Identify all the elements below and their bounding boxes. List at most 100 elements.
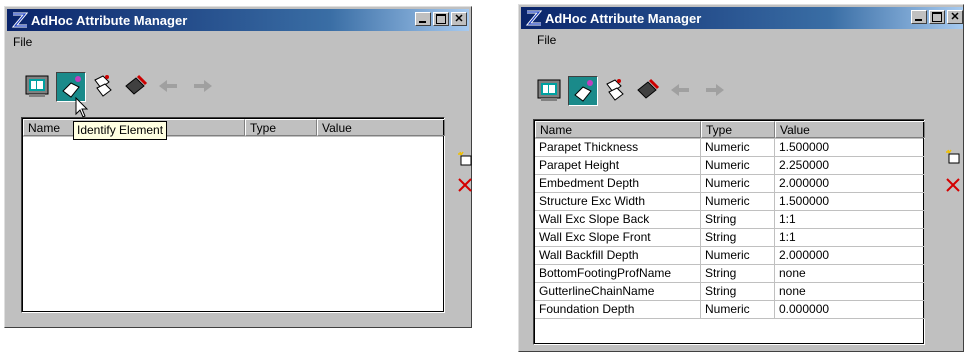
close-icon: ✕ <box>950 11 960 23</box>
left-window: AdHoc Attribute Manager ✕ File Name Type… <box>4 6 472 328</box>
app-logo-icon <box>525 10 543 26</box>
table-row[interactable]: Wall Exc Slope Back String 1:1 <box>535 211 925 229</box>
arrow-right-icon <box>706 84 724 96</box>
minimize-button[interactable] <box>415 12 431 26</box>
table-row[interactable]: Embedment Depth Numeric 2.000000 <box>535 175 925 193</box>
close-icon: ✕ <box>454 13 464 25</box>
column-header-name[interactable]: Name <box>535 121 701 138</box>
tags-icon <box>606 79 624 101</box>
close-button[interactable]: ✕ <box>947 10 963 24</box>
maximize-button[interactable] <box>929 10 945 24</box>
cell-type: Numeric <box>701 193 775 211</box>
cell-value: none <box>775 265 925 283</box>
table-row[interactable]: Parapet Height Numeric 2.250000 <box>535 157 925 175</box>
new-attribute-icon[interactable] <box>457 151 473 167</box>
mouse-cursor-icon <box>75 97 89 118</box>
new-attribute-icon[interactable] <box>945 149 961 165</box>
cell-type: String <box>701 265 775 283</box>
back-button[interactable] <box>155 72 185 102</box>
attribute-list[interactable]: Name Type Value <box>21 117 445 313</box>
cell-name: BottomFootingProfName <box>535 265 701 283</box>
maximize-icon <box>436 14 446 24</box>
cell-value: 1:1 <box>775 229 925 247</box>
table-row[interactable]: Structure Exc Width Numeric 1.500000 <box>535 193 925 211</box>
maximize-button[interactable] <box>433 12 449 26</box>
title-bar[interactable]: AdHoc Attribute Manager ✕ <box>7 9 469 31</box>
delete-tag-icon <box>125 74 148 95</box>
delete-x-icon[interactable] <box>945 177 961 193</box>
list-header: Name Type Value <box>535 121 925 139</box>
identify-element-tooltip: Identify Element <box>73 121 168 140</box>
identify-element-button[interactable] <box>568 76 598 106</box>
cell-type: Numeric <box>701 175 775 193</box>
delete-tag-button[interactable] <box>634 76 664 106</box>
monitor-icon <box>537 79 561 101</box>
identify-element-icon <box>574 80 593 102</box>
cell-type: Numeric <box>701 301 775 319</box>
window-title: AdHoc Attribute Manager <box>545 11 702 26</box>
cell-name: Parapet Thickness <box>535 139 701 157</box>
menu-bar: File <box>7 33 469 53</box>
back-button[interactable] <box>667 76 697 106</box>
cell-type: String <box>701 211 775 229</box>
cell-name: Foundation Depth <box>535 301 701 319</box>
tags-icon <box>94 75 112 97</box>
close-button[interactable]: ✕ <box>451 12 467 26</box>
window-title: AdHoc Attribute Manager <box>31 13 188 28</box>
cell-type: String <box>701 229 775 247</box>
table-row[interactable]: Wall Exc Slope Front String 1:1 <box>535 229 925 247</box>
arrow-left-icon <box>671 84 689 96</box>
monitor-button[interactable] <box>23 72 53 102</box>
table-row[interactable]: BottomFootingProfName String none <box>535 265 925 283</box>
toolbar <box>535 73 733 109</box>
minimize-icon <box>419 21 426 23</box>
cell-name: GutterlineChainName <box>535 283 701 301</box>
menu-file[interactable]: File <box>13 35 32 49</box>
attribute-list[interactable]: Name Type Value Parapet Thickness Numeric… <box>533 119 925 345</box>
cell-type: String <box>701 283 775 301</box>
cell-type: Numeric <box>701 157 775 175</box>
app-logo-icon <box>11 12 29 28</box>
delete-tag-icon <box>637 78 660 99</box>
tags-button[interactable] <box>89 72 119 102</box>
tags-button[interactable] <box>601 76 631 106</box>
table-row[interactable]: Parapet Thickness Numeric 1.500000 <box>535 139 925 157</box>
monitor-icon <box>25 75 49 97</box>
cell-value: 2.000000 <box>775 175 925 193</box>
table-row[interactable]: Foundation Depth Numeric 0.000000 <box>535 301 925 319</box>
cell-value: 2.000000 <box>775 247 925 265</box>
menu-bar: File <box>521 31 961 51</box>
delete-tag-button[interactable] <box>122 72 152 102</box>
table-row[interactable]: GutterlineChainName String none <box>535 283 925 301</box>
cell-value: 1.500000 <box>775 139 925 157</box>
minimize-button[interactable] <box>911 10 927 24</box>
cell-name: Structure Exc Width <box>535 193 701 211</box>
arrow-right-icon <box>194 80 212 92</box>
right-window: AdHoc Attribute Manager ✕ File Name Type… <box>518 4 964 352</box>
arrow-left-icon <box>159 80 177 92</box>
cell-name: Wall Exc Slope Front <box>535 229 701 247</box>
menu-file[interactable]: File <box>537 33 556 47</box>
delete-x-icon[interactable] <box>457 177 473 193</box>
column-header-value[interactable]: Value <box>775 121 925 138</box>
maximize-icon <box>932 12 942 22</box>
minimize-icon <box>915 19 922 21</box>
column-header-value[interactable]: Value <box>317 119 445 136</box>
cell-type: Numeric <box>701 247 775 265</box>
table-row[interactable]: Wall Backfill Depth Numeric 2.000000 <box>535 247 925 265</box>
forward-button[interactable] <box>188 72 218 102</box>
column-header-type[interactable]: Type <box>701 121 775 138</box>
column-header-type[interactable]: Type <box>245 119 317 136</box>
cell-name: Wall Exc Slope Back <box>535 211 701 229</box>
cell-value: 1.500000 <box>775 193 925 211</box>
title-bar[interactable]: AdHoc Attribute Manager ✕ <box>521 7 963 29</box>
cell-value: 2.250000 <box>775 157 925 175</box>
forward-button[interactable] <box>700 76 730 106</box>
cell-value: none <box>775 283 925 301</box>
cell-name: Embedment Depth <box>535 175 701 193</box>
cell-name: Wall Backfill Depth <box>535 247 701 265</box>
cell-value: 1:1 <box>775 211 925 229</box>
cell-type: Numeric <box>701 139 775 157</box>
cell-value: 0.000000 <box>775 301 925 319</box>
monitor-button[interactable] <box>535 76 565 106</box>
